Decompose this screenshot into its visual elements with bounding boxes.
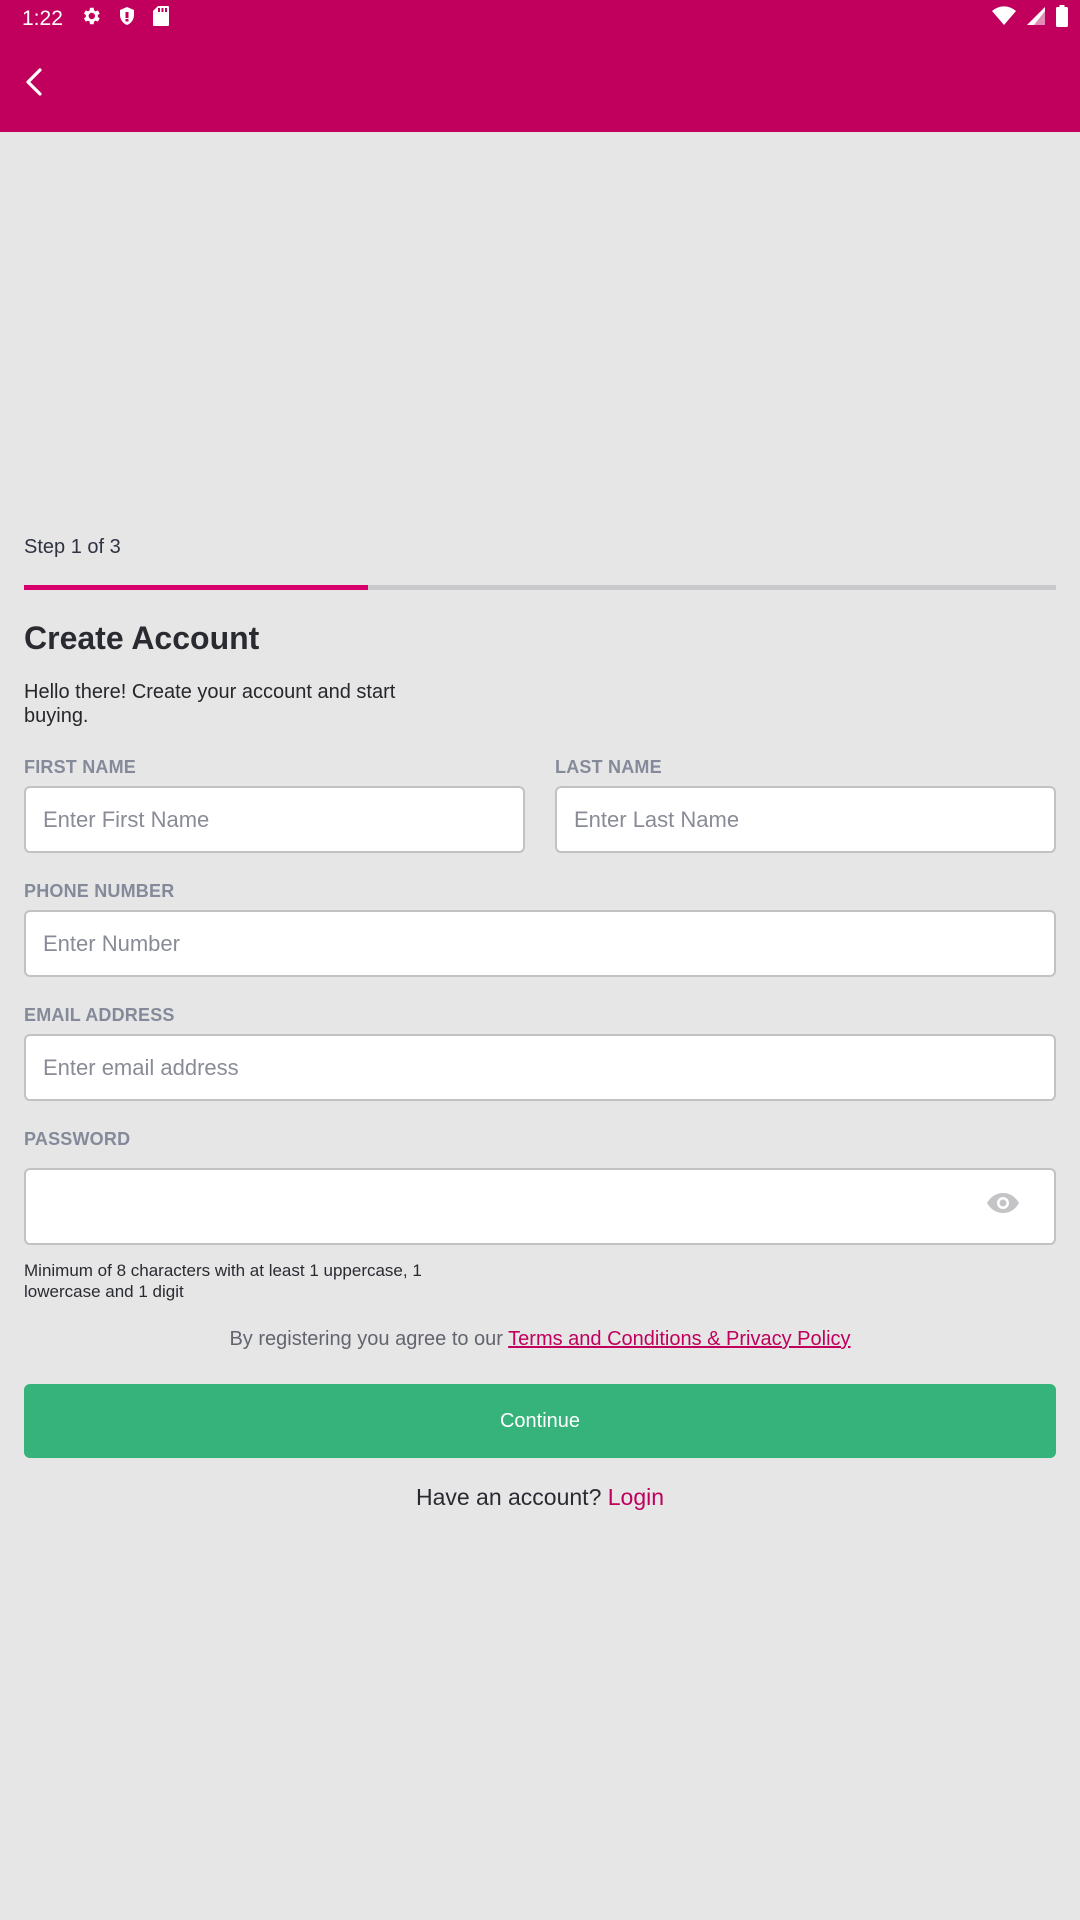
continue-button[interactable]: Continue bbox=[24, 1384, 1056, 1458]
back-arrow-icon bbox=[22, 67, 48, 102]
password-hint: Minimum of 8 characters with at least 1 … bbox=[24, 1261, 422, 1301]
first-name-input[interactable] bbox=[24, 786, 525, 853]
shield-icon bbox=[118, 6, 136, 31]
wifi-icon bbox=[992, 5, 1016, 31]
page-subtitle: Hello there! Create your account and sta… bbox=[24, 681, 396, 727]
last-name-input[interactable] bbox=[555, 786, 1056, 853]
signal-icon bbox=[1026, 6, 1046, 31]
have-account-prompt: Have an account? bbox=[415, 1484, 608, 1510]
phone-number-input[interactable] bbox=[24, 910, 1056, 977]
last-name-label: LAST NAME bbox=[555, 757, 662, 777]
status-icons-left bbox=[80, 5, 170, 32]
phone-number-label: PHONE NUMBER bbox=[24, 881, 175, 901]
terms-text: By registering you agree to our Terms an… bbox=[0, 1328, 1080, 1351]
battery-icon bbox=[1056, 4, 1068, 32]
sd-card-icon bbox=[152, 5, 170, 32]
have-account-text: Have an account? Login bbox=[0, 1484, 1080, 1511]
step-progress-bar bbox=[24, 585, 1056, 590]
password-visibility-toggle[interactable] bbox=[984, 1191, 1022, 1219]
password-label: PASSWORD bbox=[24, 1129, 131, 1149]
gear-icon bbox=[80, 5, 102, 32]
step-label: Step 1 of 3 bbox=[24, 536, 121, 558]
first-name-label: FIRST NAME bbox=[24, 757, 136, 777]
app-bar bbox=[0, 37, 1080, 132]
email-address-label: EMAIL ADDRESS bbox=[24, 1005, 175, 1025]
terms-prefix: By registering you agree to our bbox=[229, 1328, 509, 1350]
terms-link[interactable]: Terms and Conditions & Privacy Policy bbox=[508, 1328, 850, 1350]
status-time: 1:22 bbox=[22, 7, 63, 30]
step-progress-fill bbox=[24, 585, 368, 590]
status-bar: 1:22 bbox=[0, 0, 1080, 37]
login-link[interactable]: Login bbox=[608, 1484, 664, 1510]
email-address-input[interactable] bbox=[24, 1034, 1056, 1101]
status-icons-right bbox=[992, 4, 1068, 32]
eye-icon bbox=[986, 1192, 1020, 1219]
page-title: Create Account bbox=[24, 620, 260, 656]
password-input[interactable] bbox=[24, 1168, 1056, 1245]
back-button[interactable] bbox=[10, 59, 60, 109]
